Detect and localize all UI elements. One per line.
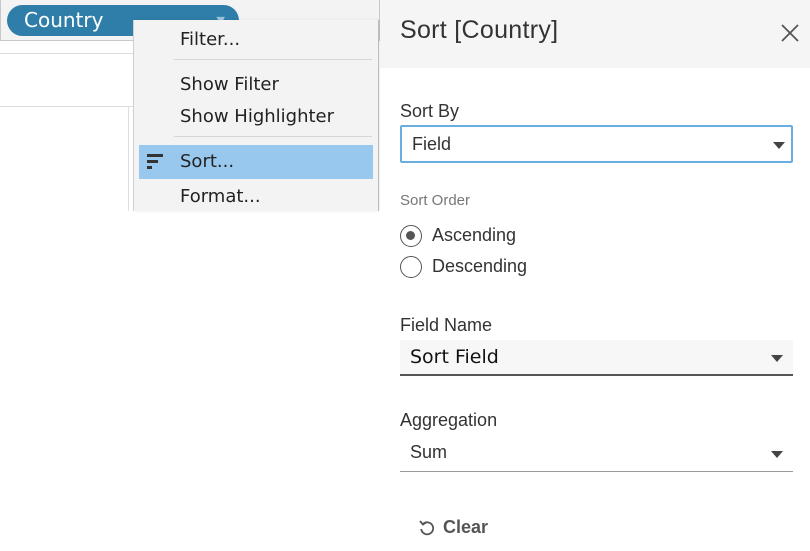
sort-dialog: Sort [Country] Sort By Field Sort Order …	[380, 0, 810, 551]
radio-ascending[interactable]	[400, 225, 422, 247]
ascending-label[interactable]: Ascending	[432, 225, 516, 246]
close-icon[interactable]	[779, 22, 801, 44]
divider	[128, 106, 129, 211]
aggregation-select[interactable]: Sum	[400, 436, 793, 472]
descending-label[interactable]: Descending	[432, 256, 527, 277]
country-pill-label: Country	[24, 8, 104, 32]
radio-descending[interactable]	[400, 256, 422, 278]
divider	[0, 53, 136, 54]
sort-by-value: Field	[412, 134, 452, 154]
aggregation-label: Aggregation	[400, 410, 498, 430]
menu-separator	[174, 59, 372, 60]
menu-item-format[interactable]: Format...	[180, 184, 261, 210]
worksheet-area: Country ▼ Filter... Show Filter Show Hig…	[0, 0, 380, 211]
sort-order-label: Sort Order	[400, 192, 471, 209]
menu-item-label: Format...	[180, 186, 261, 207]
menu-item-label: Show Filter	[180, 74, 279, 95]
menu-separator	[174, 136, 372, 137]
menu-item-label: Filter...	[180, 29, 241, 50]
radio-selected-dot	[406, 231, 415, 240]
undo-icon	[419, 520, 435, 536]
chevron-down-icon	[771, 355, 783, 362]
menu-item-filter[interactable]: Filter...	[180, 27, 240, 53]
chevron-down-icon	[771, 451, 783, 458]
menu-item-show-highlighter[interactable]: Show Highlighter	[180, 104, 334, 130]
pill-context-menu: Filter... Show Filter Show Highlighter S…	[133, 20, 379, 211]
menu-item-show-filter[interactable]: Show Filter	[180, 72, 279, 98]
menu-item-label: Sort...	[180, 151, 235, 172]
field-name-label: Field Name	[400, 315, 493, 335]
field-name-value: Sort Field	[410, 346, 499, 368]
sort-icon	[147, 154, 163, 170]
dialog-header: Sort [Country]	[380, 0, 810, 68]
chevron-down-icon	[773, 142, 785, 149]
divider	[0, 106, 136, 107]
menu-item-sort[interactable]: Sort...	[139, 145, 373, 179]
sort-by-select[interactable]: Field	[400, 125, 793, 163]
aggregation-value: Sum	[410, 442, 448, 462]
menu-item-label: Show Highlighter	[180, 106, 335, 127]
clear-label: Clear	[443, 517, 489, 537]
sort-by-label: Sort By	[400, 101, 460, 121]
field-name-select[interactable]: Sort Field	[400, 340, 793, 376]
dialog-title: Sort [Country]	[400, 16, 559, 44]
